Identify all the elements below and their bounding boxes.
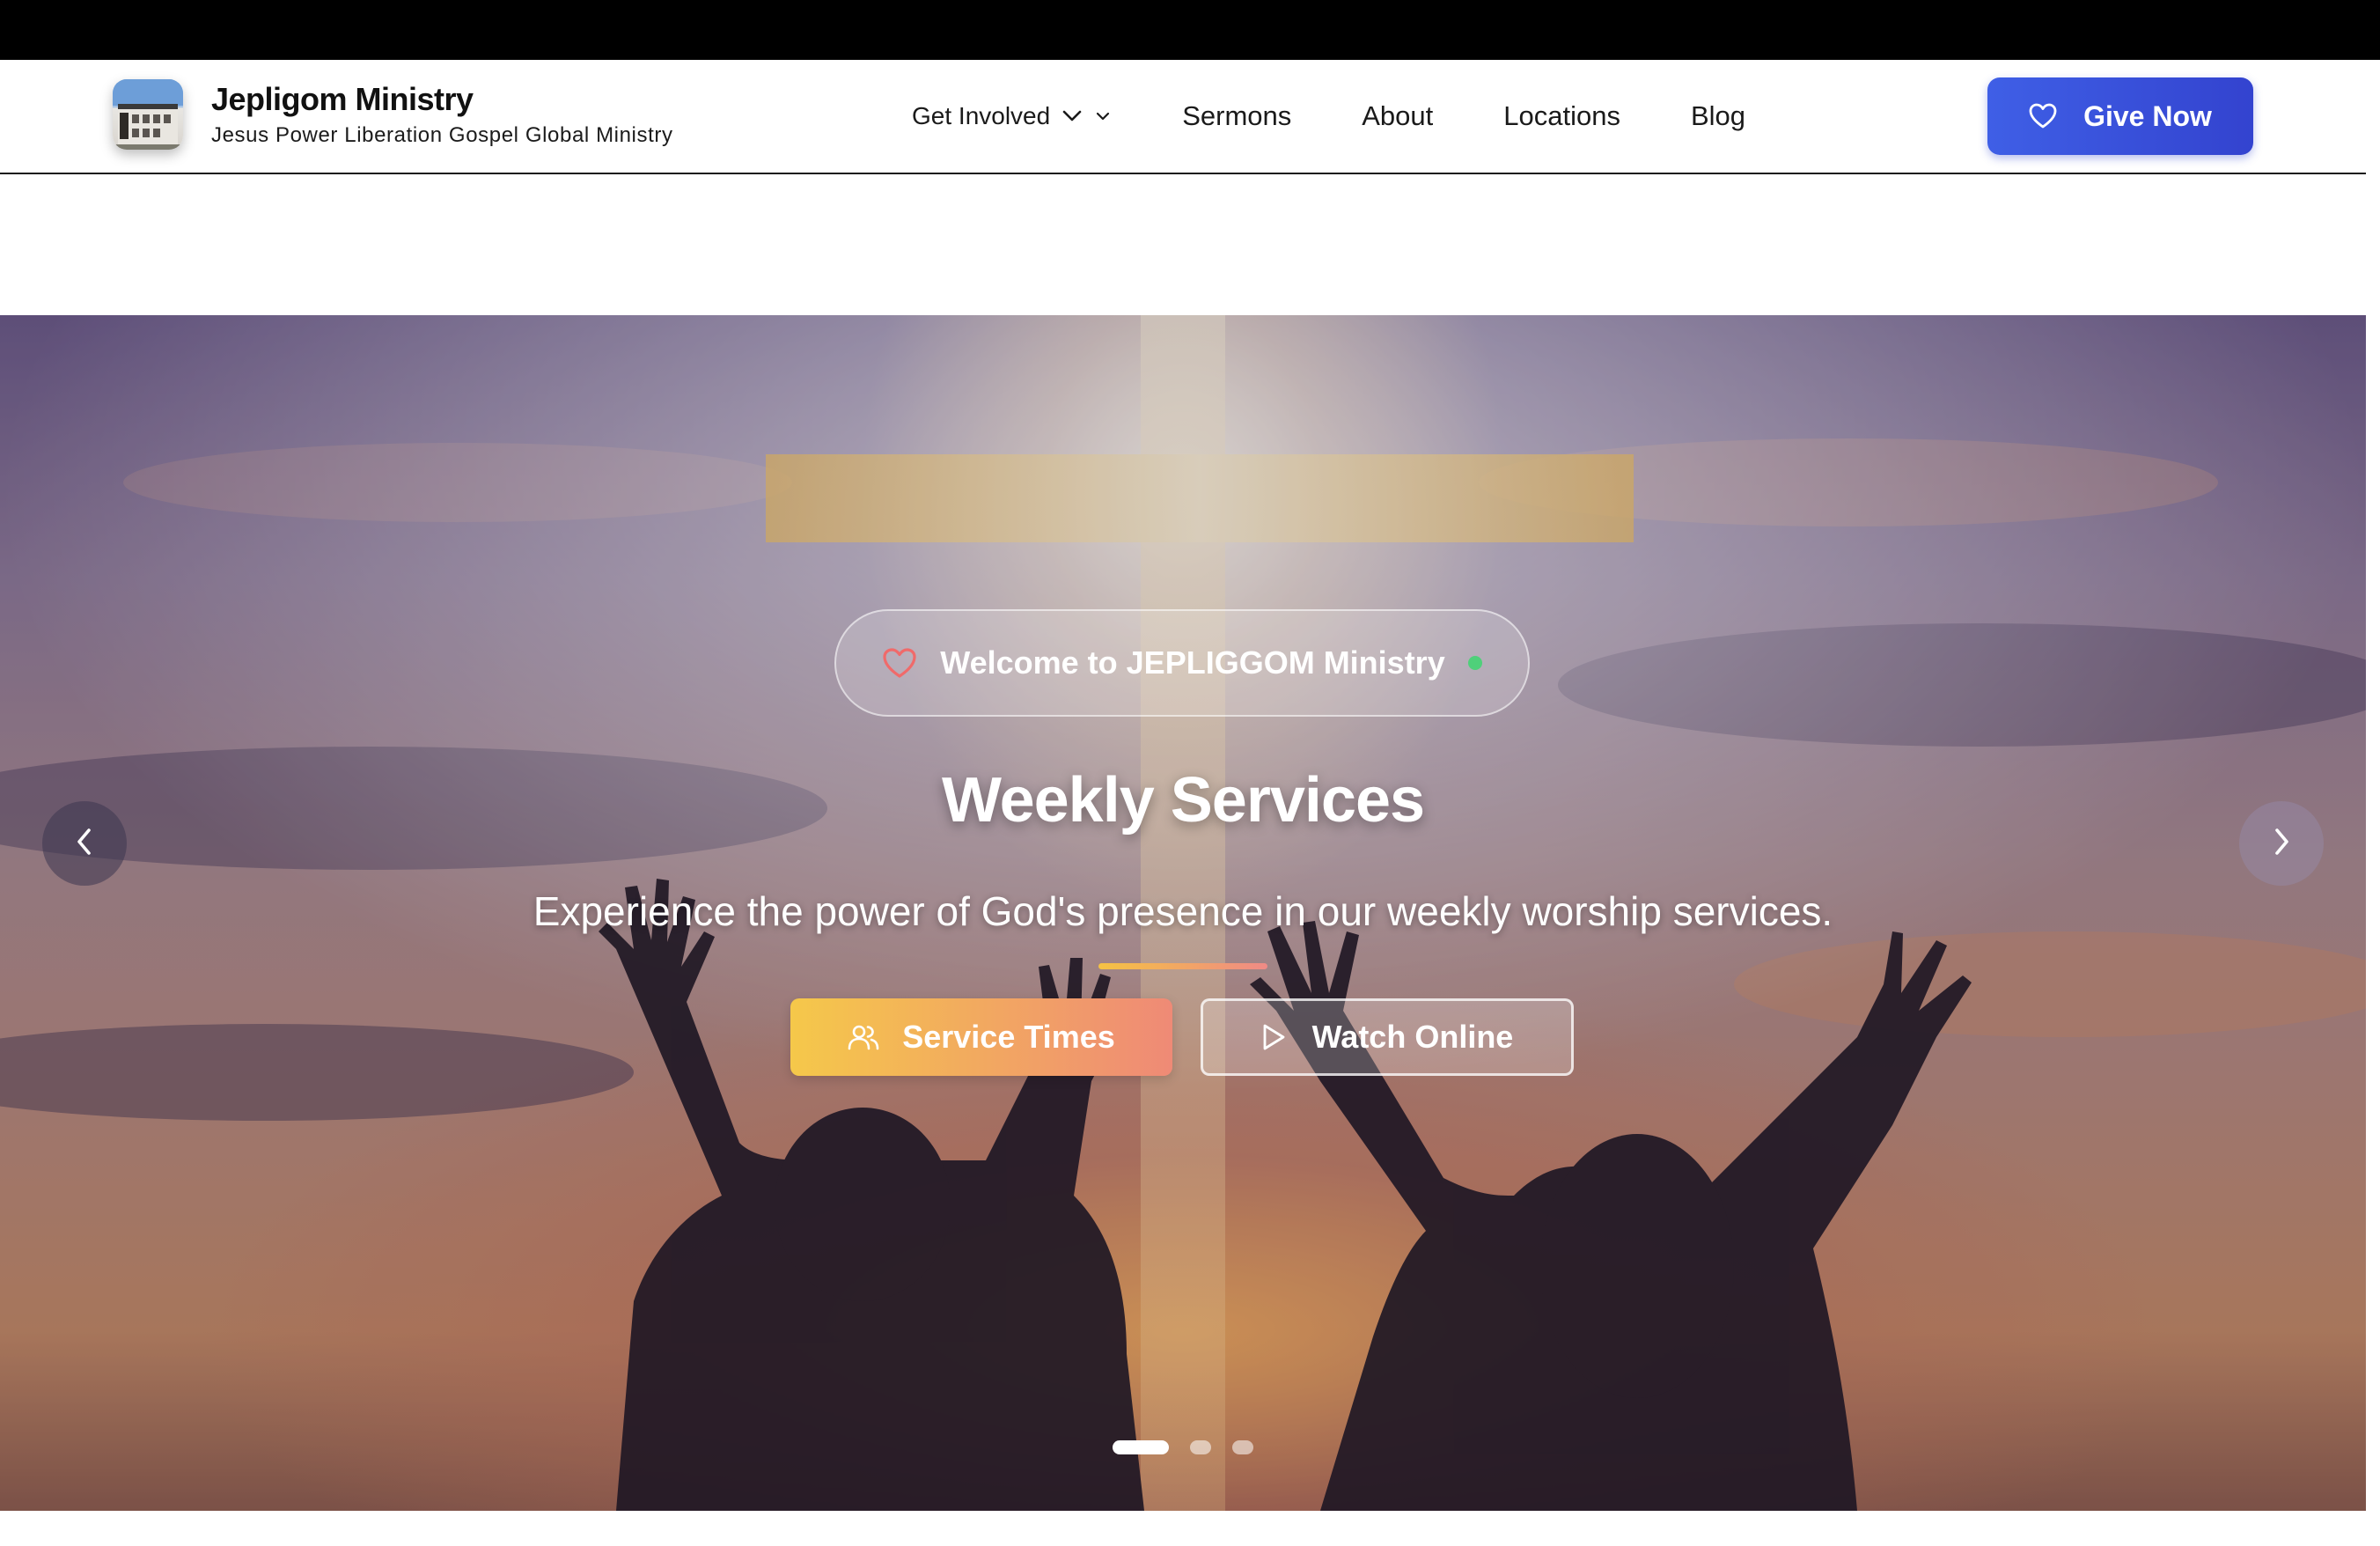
main-nav: Get Involved Sermons About Locations Blo… xyxy=(912,60,1816,173)
carousel-prev-button[interactable] xyxy=(42,801,127,886)
live-status-dot xyxy=(1467,656,1482,670)
nav-item-blog[interactable]: Blog xyxy=(1691,100,1745,132)
heart-icon xyxy=(2029,103,2057,129)
nav-item-about[interactable]: About xyxy=(1362,100,1433,132)
hero-carousel: Welcome to JEPLIGGOM Ministry Weekly Ser… xyxy=(0,315,2366,1511)
church-building-logo xyxy=(113,79,183,150)
service-times-label: Service Times xyxy=(902,1019,1115,1055)
carousel-next-button[interactable] xyxy=(2239,801,2324,886)
nav-item-sermons[interactable]: Sermons xyxy=(1182,100,1291,132)
hero-title: Weekly Services xyxy=(941,765,1425,836)
brand[interactable]: Jepligom Ministry Jesus Power Liberation… xyxy=(113,79,673,150)
give-now-label: Give Now xyxy=(2083,99,2212,132)
chevron-down-icon xyxy=(1096,112,1110,121)
brand-subtitle: Jesus Power Liberation Gospel Global Min… xyxy=(211,123,673,147)
carousel-indicators xyxy=(1113,1440,1274,1454)
heart-icon xyxy=(882,647,917,679)
chevron-right-icon xyxy=(2271,827,2292,861)
users-icon xyxy=(848,1023,879,1051)
watch-online-button[interactable]: Watch Online xyxy=(1201,998,1574,1076)
brand-title: Jepligom Ministry xyxy=(211,81,474,117)
watch-online-label: Watch Online xyxy=(1311,1019,1514,1055)
welcome-badge: Welcome to JEPLIGGOM Ministry xyxy=(834,609,1530,717)
nav-item-locations[interactable]: Locations xyxy=(1503,100,1620,132)
give-now-button[interactable]: Give Now xyxy=(1987,77,2253,155)
browser-top-strip xyxy=(0,0,2380,60)
carousel-dot-3[interactable] xyxy=(1232,1440,1253,1454)
chevron-left-icon xyxy=(74,827,95,861)
chevron-down-icon xyxy=(1062,110,1082,122)
hero-subtitle: Experience the power of God's presence i… xyxy=(533,888,1833,934)
site-header: Jepligom Ministry Jesus Power Liberation… xyxy=(0,60,2366,174)
hero-divider xyxy=(1098,963,1267,969)
service-times-button[interactable]: Service Times xyxy=(790,998,1172,1076)
welcome-text: Welcome to JEPLIGGOM Ministry xyxy=(940,644,1445,681)
nav-item-get-involved[interactable]: Get Involved xyxy=(912,102,1110,130)
nav-item-label: Get Involved xyxy=(912,102,1051,129)
play-icon xyxy=(1261,1023,1286,1051)
carousel-dot-2[interactable] xyxy=(1190,1440,1211,1454)
carousel-dot-1[interactable] xyxy=(1113,1440,1169,1454)
